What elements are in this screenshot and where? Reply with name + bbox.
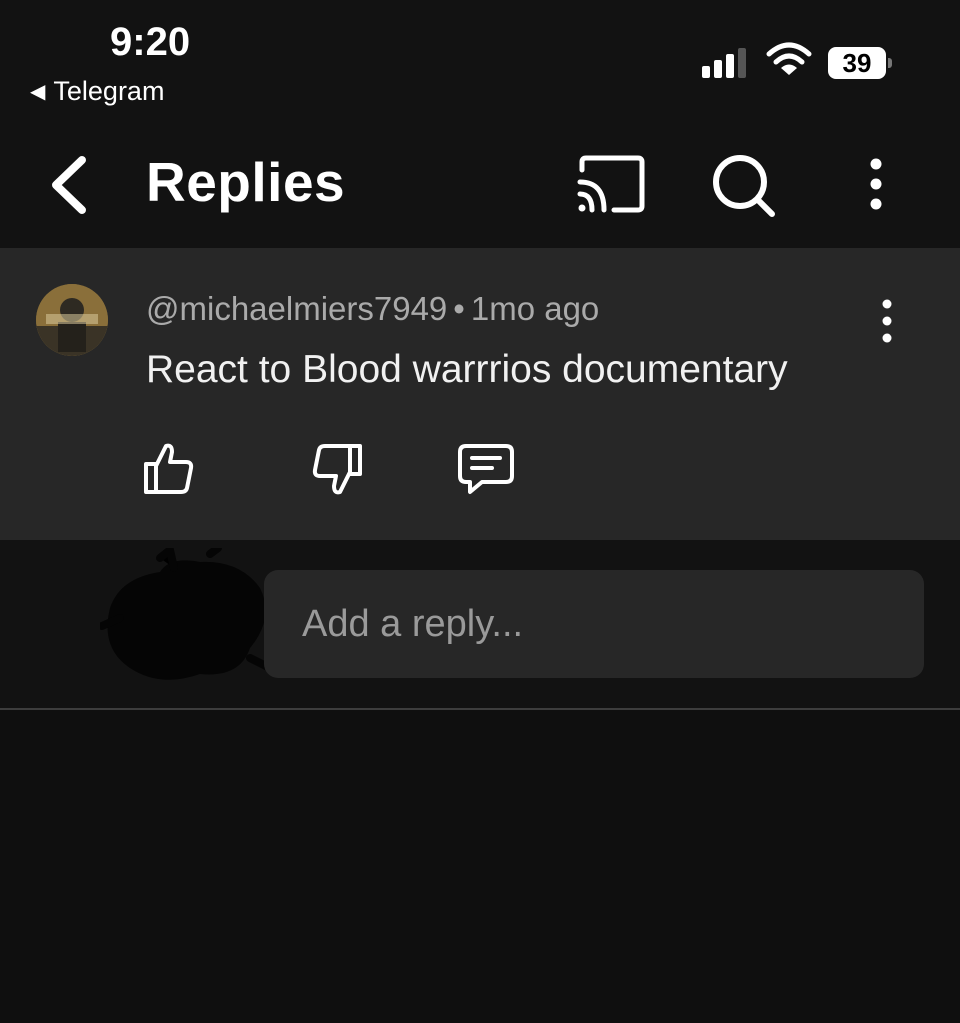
status-bar: 9:20 ◀ Telegram 39 <box>0 0 960 120</box>
avatar[interactable] <box>36 284 108 356</box>
wifi-icon <box>766 42 812 75</box>
back-arrow-icon[interactable] <box>42 152 102 218</box>
top-app-bar: Replies <box>0 120 960 248</box>
clock: 9:20 <box>110 20 191 64</box>
dislike-icon[interactable] <box>306 440 368 500</box>
comment-card: @michaelmiers7949 • 1mo ago React to Blood… <box>0 248 960 540</box>
back-to-app-link[interactable]: ◀ Telegram <box>30 76 164 107</box>
battery-icon: 39 <box>828 47 886 79</box>
page-title: Replies <box>146 151 346 213</box>
reply-input[interactable]: Add a reply... <box>264 570 924 678</box>
comment-meta: @michaelmiers7949 • 1mo ago <box>146 290 599 328</box>
search-icon[interactable] <box>708 150 780 220</box>
reply-icon[interactable] <box>454 440 518 500</box>
meta-separator: • <box>453 290 465 327</box>
battery-tip <box>888 58 892 68</box>
comment-age: 1mo ago <box>470 290 600 327</box>
back-app-label: Telegram <box>53 76 165 106</box>
like-icon[interactable] <box>138 438 200 498</box>
comment-author[interactable]: @michaelmiers7949 <box>146 290 447 327</box>
comment-text: React to Blood warrrios documentary <box>146 348 788 391</box>
comment-more-icon[interactable] <box>870 296 904 346</box>
cellular-signal-icon <box>702 46 746 78</box>
battery-level: 39 <box>842 48 872 78</box>
divider <box>0 708 960 710</box>
more-vertical-icon[interactable] <box>856 154 896 214</box>
cast-icon[interactable] <box>574 152 650 218</box>
back-triangle-icon: ◀ <box>30 81 46 103</box>
reply-composer: Add a reply... <box>0 540 960 708</box>
user-avatar-redacted <box>100 548 274 680</box>
